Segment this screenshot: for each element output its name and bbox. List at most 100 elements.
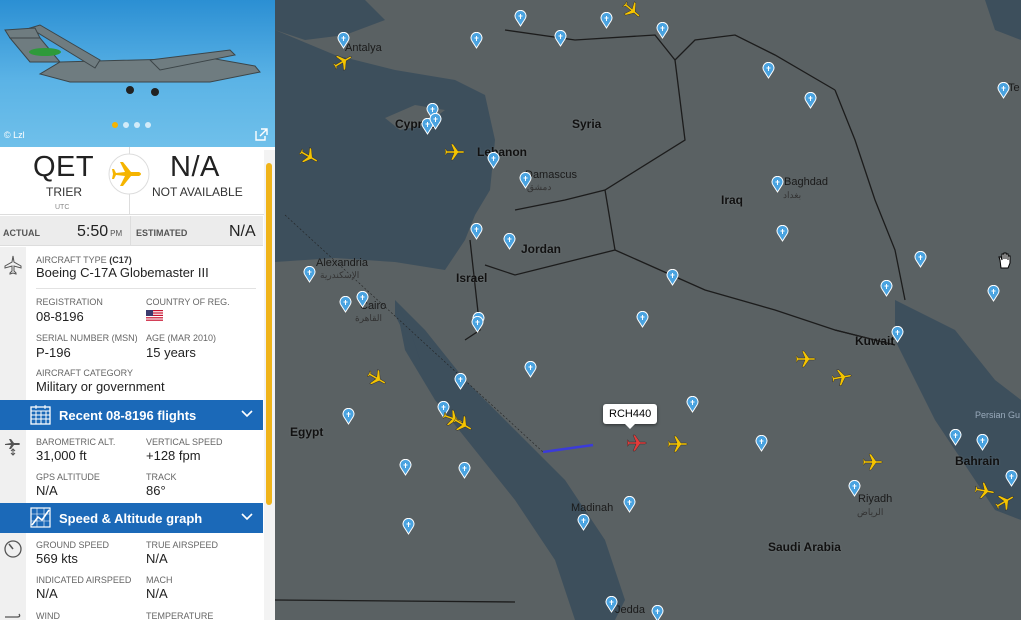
airport-pin-icon[interactable] xyxy=(997,82,1010,99)
city-label-riyadh-ar: الرياض xyxy=(857,507,884,517)
airport-pin-icon[interactable] xyxy=(880,280,893,297)
airport-pin-icon[interactable] xyxy=(636,311,649,328)
aircraft-icon[interactable] xyxy=(832,366,854,388)
registration-value[interactable]: 08-8196 xyxy=(36,309,84,324)
airport-pin-icon[interactable] xyxy=(519,172,532,189)
airport-pin-icon[interactable] xyxy=(686,396,699,413)
airport-pin-icon[interactable] xyxy=(762,62,775,79)
recent-flights-bar[interactable]: Recent 08-8196 flights xyxy=(0,400,263,430)
aircraft-icon[interactable] xyxy=(668,433,690,455)
airport-pin-icon[interactable] xyxy=(399,459,412,476)
airport-pin-icon[interactable] xyxy=(987,285,1000,302)
aircraft-icon[interactable] xyxy=(995,490,1017,512)
selected-aircraft-icon[interactable] xyxy=(627,432,649,454)
airport-pin-icon[interactable] xyxy=(605,596,618,613)
airport-pin-icon[interactable] xyxy=(656,22,669,39)
aircraft-category-value: Military or government xyxy=(36,379,165,394)
indicated-airspeed-value: N/A xyxy=(36,586,58,601)
speed-altitude-graph-bar[interactable]: Speed & Altitude graph xyxy=(0,503,263,533)
aircraft-icon[interactable] xyxy=(796,348,818,370)
airport-pin-icon[interactable] xyxy=(949,429,962,446)
country-label-syria: Syria xyxy=(572,117,602,131)
expand-icon[interactable] xyxy=(255,128,268,141)
origin-code[interactable]: QET xyxy=(33,151,94,184)
airport-pin-icon[interactable] xyxy=(524,361,537,378)
aircraft-type-value[interactable]: Boeing C-17A Globemaster III xyxy=(36,265,209,280)
airport-pin-icon[interactable] xyxy=(470,32,483,49)
calendar-icon xyxy=(30,405,51,425)
airport-pin-icon[interactable] xyxy=(776,225,789,242)
chevron-down-icon[interactable] xyxy=(241,513,253,521)
city-label-damascus: Damascus xyxy=(525,169,577,181)
airport-pin-icon[interactable] xyxy=(471,316,484,333)
estimated-time-label: ESTIMATED xyxy=(136,228,188,238)
aircraft-photo[interactable]: © Lzl xyxy=(0,0,275,147)
origin-timezone: UTC xyxy=(55,204,70,211)
airport-pin-icon[interactable] xyxy=(755,435,768,452)
airport-pin-icon[interactable] xyxy=(356,291,369,308)
airport-pin-icon[interactable] xyxy=(771,176,784,193)
city-label-baghdad-ar: بغداد xyxy=(783,190,802,200)
city-label-alexandria-ar: الإسكندرية xyxy=(320,270,360,280)
airport-pin-icon[interactable] xyxy=(554,30,567,47)
city-label-riyadh: Riyadh xyxy=(858,493,893,505)
airport-pin-icon[interactable] xyxy=(666,269,679,286)
airport-pin-icon[interactable] xyxy=(623,496,636,513)
actual-time-label: ACTUAL xyxy=(3,228,40,238)
airport-pin-icon[interactable] xyxy=(514,10,527,27)
aircraft-icon[interactable] xyxy=(622,0,644,22)
aircraft-icon[interactable] xyxy=(445,141,467,163)
weather-section: WIND TEMPERATURE xyxy=(0,603,263,620)
panel-scrollbar-thumb[interactable] xyxy=(266,163,272,505)
carousel-dot[interactable] xyxy=(123,122,129,128)
origin-city: TRIER xyxy=(46,185,82,199)
photo-credit[interactable]: © Lzl xyxy=(4,130,25,140)
graph-icon xyxy=(30,507,51,528)
chevron-down-icon[interactable] xyxy=(241,410,253,418)
airport-pin-icon[interactable] xyxy=(503,233,516,250)
airport-pin-icon[interactable] xyxy=(454,373,467,390)
airport-pin-icon[interactable] xyxy=(804,92,817,109)
speed-altitude-graph-title: Speed & Altitude graph xyxy=(59,511,203,526)
aircraft-icon[interactable] xyxy=(333,50,355,72)
selected-flight-callsign[interactable]: RCH440 xyxy=(603,404,658,429)
country-label-israel: Israel xyxy=(456,271,488,285)
airport-pin-icon[interactable] xyxy=(976,434,989,451)
aircraft-icon[interactable] xyxy=(863,451,885,473)
airport-pin-icon[interactable] xyxy=(337,32,350,49)
airport-pin-icon[interactable] xyxy=(429,113,442,130)
carousel-dot[interactable] xyxy=(112,122,118,128)
airport-pin-icon[interactable] xyxy=(402,518,415,535)
aircraft-icon[interactable] xyxy=(453,414,475,436)
airport-pin-icon[interactable] xyxy=(339,296,352,313)
carousel-dot[interactable] xyxy=(134,122,140,128)
aircraft-icon[interactable] xyxy=(367,368,389,390)
country-label-iraq: Iraq xyxy=(721,193,744,207)
divider xyxy=(36,288,256,289)
airport-pin-icon[interactable] xyxy=(914,251,927,268)
country-label-egypt: Egypt xyxy=(290,425,324,439)
country-label-jordan: Jordan xyxy=(521,242,562,256)
airport-pin-icon[interactable] xyxy=(1005,470,1018,487)
airport-pin-icon[interactable] xyxy=(600,12,613,29)
airport-pin-icon[interactable] xyxy=(458,462,471,479)
mach-value: N/A xyxy=(146,586,168,601)
aircraft-icon[interactable] xyxy=(975,480,997,502)
flight-map[interactable]: Syria Iraq Lebanon Jordan Israel Egypt S… xyxy=(275,0,1021,620)
airport-pin-icon[interactable] xyxy=(577,514,590,531)
aircraft-icon[interactable] xyxy=(299,146,321,168)
age-label: AGE (Mar 2010) xyxy=(146,333,217,343)
photo-carousel-dots[interactable] xyxy=(112,122,151,128)
airport-pin-icon[interactable] xyxy=(848,480,861,497)
registration-label: REGISTRATION xyxy=(36,297,103,307)
airport-pin-icon[interactable] xyxy=(470,223,483,240)
airport-pin-icon[interactable] xyxy=(487,152,500,169)
country-label-bahrain: Bahrain xyxy=(955,454,1000,468)
destination-code[interactable]: N/A xyxy=(170,151,220,184)
airport-pin-icon[interactable] xyxy=(651,605,664,620)
carousel-dot[interactable] xyxy=(145,122,151,128)
airport-pin-icon[interactable] xyxy=(303,266,316,283)
airport-pin-icon[interactable] xyxy=(891,326,904,343)
airport-pin-icon[interactable] xyxy=(342,408,355,425)
gps-altitude-label: GPS ALTITUDE xyxy=(36,472,100,482)
